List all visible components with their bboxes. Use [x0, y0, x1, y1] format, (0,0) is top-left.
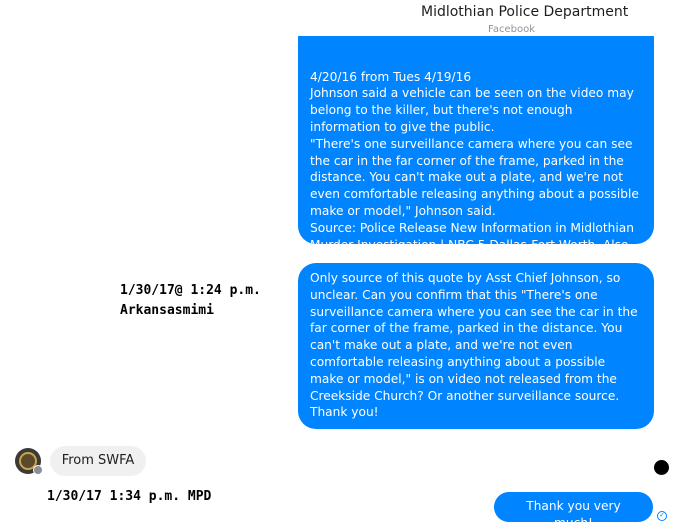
message-bubble-sent[interactable]: Only source of this quote by Asst Chief … — [298, 263, 654, 429]
message-bubble-sent[interactable]: 4/20/16 from Tues 4/19/16 Johnson said a… — [298, 36, 654, 244]
cursor-dot-icon — [654, 460, 669, 475]
conversation-title[interactable]: Midlothian Police Department — [421, 4, 628, 20]
message-bubble-received[interactable]: From SWFA — [50, 446, 146, 476]
scrollbar[interactable] — [677, 40, 681, 526]
messenger-badge-icon — [33, 465, 43, 475]
annotation-author: Arkansasmimi — [120, 303, 214, 318]
conversation-header: Midlothian Police Department Facebook — [0, 0, 681, 40]
annotation-reply-timestamp: 1/30/17 1:34 p.m. MPD — [47, 489, 212, 504]
message-bubble-sent[interactable]: Thank you very much! — [494, 492, 653, 530]
check-circle-icon: ✓ — [657, 511, 667, 521]
message-text: 4/20/16 from Tues 4/19/16 Johnson said a… — [310, 69, 639, 244]
annotation-timestamp: 1/30/17@ 1:24 p.m. — [120, 283, 261, 298]
conversation-subtitle: Facebook — [488, 24, 535, 35]
